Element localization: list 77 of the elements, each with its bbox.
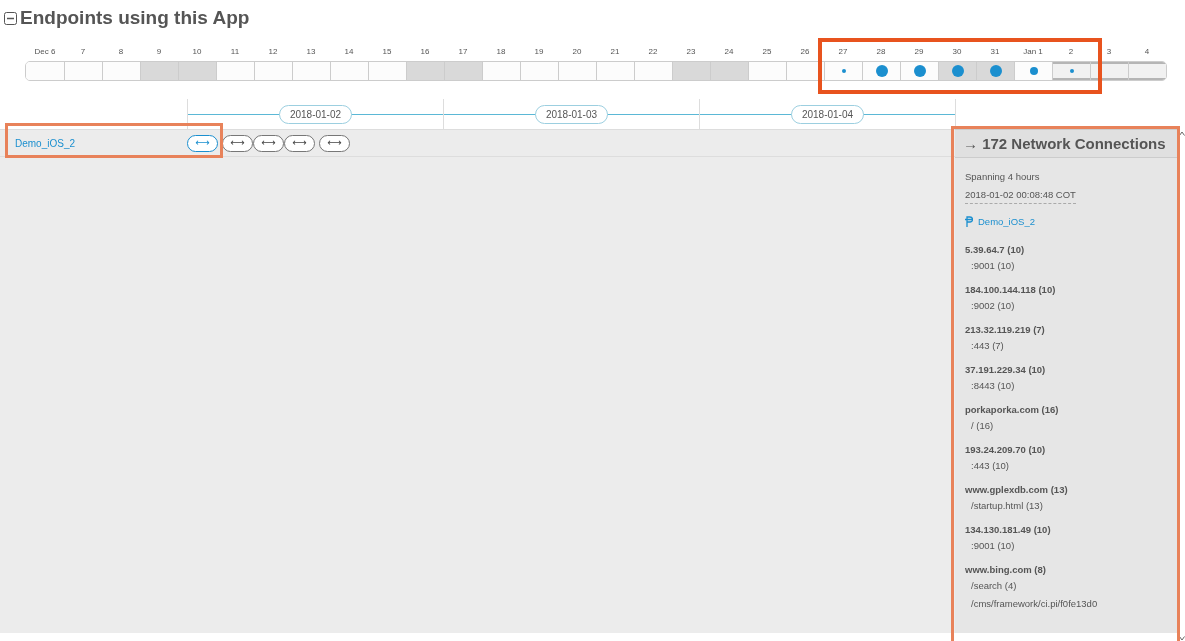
- host-name: 37.191.229.34 (10): [965, 363, 1047, 377]
- day-label: 25: [761, 47, 773, 58]
- day-label: 18: [495, 47, 507, 58]
- section-title: Endpoints using this App: [20, 7, 250, 29]
- day-label: 27: [837, 47, 849, 58]
- day-cell[interactable]: [444, 62, 482, 80]
- host-path: /search (4): [970, 579, 1018, 593]
- day-cell[interactable]: [140, 62, 178, 80]
- day-label: 23: [685, 47, 697, 58]
- day-label: 20: [571, 47, 583, 58]
- host-name: 134.130.181.49 (10): [965, 523, 1052, 537]
- date-pill: 2018-01-04: [790, 104, 865, 124]
- day-label: 28: [875, 47, 887, 58]
- day-cell[interactable]: [1128, 62, 1166, 80]
- day-label: 9: [155, 47, 163, 58]
- day-label: 3: [1105, 47, 1113, 58]
- day-cell[interactable]: [938, 62, 976, 80]
- day-label: 24: [723, 47, 735, 58]
- connection-button[interactable]: ⟷: [187, 134, 218, 152]
- day-label: 2: [1067, 47, 1075, 58]
- day-label: 26: [799, 47, 811, 58]
- day-label: 4: [1143, 47, 1151, 58]
- host-name: www.gplexdb.com (13): [965, 483, 1069, 497]
- device-icon: [965, 216, 973, 227]
- collapse-icon[interactable]: [4, 11, 17, 25]
- day-label: 16: [419, 47, 431, 58]
- day-label: 8: [117, 47, 125, 58]
- connection-button[interactable]: ⟷: [284, 134, 315, 152]
- day-label: 22: [647, 47, 659, 58]
- host-path: :443 (10): [970, 459, 1011, 473]
- day-label: 31: [989, 47, 1001, 58]
- date-pill: 2018-01-03: [534, 104, 609, 124]
- day-label: 21: [609, 47, 621, 58]
- connection-button[interactable]: ⟷: [222, 134, 253, 152]
- day-label: 10: [191, 47, 203, 58]
- host-path: /startup.html (13): [970, 499, 1044, 513]
- panel-title: → 172 Network Connections: [955, 130, 1178, 158]
- day-cell[interactable]: [406, 62, 444, 80]
- day-cell[interactable]: [710, 62, 748, 80]
- day-label: 14: [343, 47, 355, 58]
- day-label: Jan 1: [1022, 47, 1044, 58]
- date-pill: 2018-01-02: [278, 104, 353, 124]
- day-strip[interactable]: [25, 61, 1167, 81]
- host-name: www.bing.com (8): [965, 563, 1047, 577]
- day-cell[interactable]: [178, 62, 216, 80]
- host-path: / (16): [970, 419, 995, 433]
- day-cell[interactable]: [976, 62, 1014, 80]
- scroll-down-icon[interactable]: [1179, 636, 1185, 641]
- day-label: 19: [533, 47, 545, 58]
- scroll-up-icon[interactable]: [1179, 131, 1185, 136]
- host-path: :9001 (10): [970, 259, 1016, 273]
- day-label: 12: [267, 47, 279, 58]
- host-path: /cms/framework/ci.pi/f0fe13d0: [970, 597, 1099, 611]
- span-text: Spanning 4 hours: [965, 170, 1041, 184]
- host-name: porkaporka.com (16): [965, 403, 1060, 417]
- host-name: 184.100.144.118 (10): [965, 283, 1057, 297]
- day-label: 11: [229, 47, 241, 58]
- host-name: 193.24.209.70 (10): [965, 443, 1047, 457]
- day-label: 13: [305, 47, 317, 58]
- day-cell[interactable]: [672, 62, 710, 80]
- day-label: 30: [951, 47, 963, 58]
- host-path: :9002 (10): [970, 299, 1016, 313]
- day-cell[interactable]: [1052, 62, 1090, 80]
- day-label: 29: [913, 47, 925, 58]
- host-path: :443 (7): [970, 339, 1005, 353]
- day-label: Dec 6: [33, 47, 57, 58]
- host-name: 5.39.64.7 (10): [965, 243, 1026, 257]
- connection-button[interactable]: ⟷: [253, 134, 284, 152]
- host-name: 213.32.119.219 (7): [965, 323, 1046, 337]
- day-label: 17: [457, 47, 469, 58]
- timestamp: 2018-01-02 00:08:48 COT: [965, 187, 1076, 204]
- host-path: :9001 (10): [970, 539, 1016, 553]
- connection-button[interactable]: ⟷: [319, 134, 350, 152]
- day-label: 15: [381, 47, 393, 58]
- day-label: 7: [79, 47, 87, 58]
- endpoint-row[interactable]: Demo_iOS_2 ⟷ ⟷ ⟷ ⟷ ⟷: [0, 129, 955, 157]
- host-path: :8443 (10): [970, 379, 1016, 393]
